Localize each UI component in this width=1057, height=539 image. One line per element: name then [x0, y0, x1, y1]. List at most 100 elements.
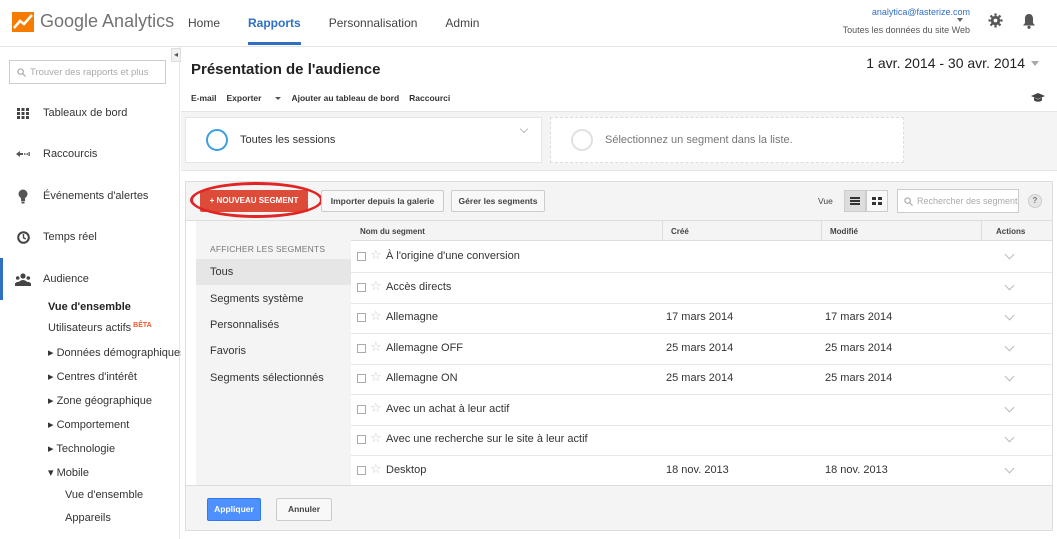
- list-view-button[interactable]: [844, 190, 866, 212]
- star-icon[interactable]: ☆: [370, 279, 382, 293]
- chevron-down-icon[interactable]: [957, 18, 963, 22]
- row-checkbox[interactable]: [357, 374, 366, 383]
- column-header-modified[interactable]: Modifié: [830, 227, 858, 236]
- table-row[interactable]: ☆ À l'origine d'une conversion: [351, 242, 1052, 273]
- table-row[interactable]: ☆ Avec une recherche sur le site à leur …: [351, 425, 1052, 456]
- nav-customization[interactable]: Personnalisation: [329, 0, 418, 47]
- nav-reports[interactable]: Rapports: [248, 0, 301, 47]
- row-checkbox[interactable]: [357, 344, 366, 353]
- shortcut-action[interactable]: Raccourci: [409, 93, 450, 103]
- star-icon[interactable]: ☆: [370, 248, 382, 262]
- table-row[interactable]: ☆ Accès directs: [351, 273, 1052, 304]
- graduation-cap-icon[interactable]: [1031, 93, 1045, 103]
- sidebar: Trouver des rapports et plus Tableaux de…: [0, 47, 186, 539]
- table-row[interactable]: ☆ Avec un achat à leur actif: [351, 395, 1052, 426]
- table-row[interactable]: ☆ Desktop 18 nov. 2013 18 nov. 2013: [351, 456, 1052, 485]
- import-gallery-button[interactable]: Importer depuis la galerie: [321, 190, 444, 212]
- column-header-name[interactable]: Nom du segment: [360, 227, 425, 236]
- row-actions-chevron-icon[interactable]: [1004, 371, 1015, 382]
- apply-button[interactable]: Appliquer: [207, 498, 261, 521]
- account-email: analytica@fasterize.com: [871, 7, 970, 17]
- segment-ring-icon: [571, 129, 593, 151]
- sidebar-sub-interests[interactable]: ▸ Centres d'intérêt: [48, 370, 137, 383]
- star-icon[interactable]: ☆: [370, 370, 382, 384]
- beta-badge: BÊTA: [133, 322, 152, 329]
- sidebar-sub-overview[interactable]: Vue d'ensemble: [48, 301, 131, 313]
- list-view-icon: [850, 197, 860, 205]
- row-actions-chevron-icon[interactable]: [1004, 463, 1015, 474]
- segment-modified: 25 mars 2014: [825, 342, 893, 354]
- segment-filter-list: AFFICHER LES SEGMENTS Tous Segments syst…: [196, 221, 351, 485]
- row-actions-chevron-icon[interactable]: [1004, 249, 1015, 260]
- column-divider: [821, 221, 822, 241]
- row-actions-chevron-icon[interactable]: [1004, 341, 1015, 352]
- segment-filter-custom[interactable]: Personnalisés: [196, 312, 351, 338]
- sidebar-item-shortcuts[interactable]: Raccourcis: [0, 133, 178, 175]
- email-action[interactable]: E-mail: [191, 93, 217, 103]
- row-actions-chevron-icon[interactable]: [1004, 432, 1015, 443]
- nav-admin[interactable]: Admin: [445, 0, 479, 47]
- segment-name: Accès directs: [386, 281, 452, 293]
- sidebar-item-realtime[interactable]: Temps réel: [0, 216, 178, 258]
- help-icon[interactable]: ?: [1028, 194, 1042, 208]
- sidebar-item-dashboards[interactable]: Tableaux de bord: [0, 92, 178, 134]
- star-icon[interactable]: ☆: [370, 431, 382, 445]
- star-icon[interactable]: ☆: [370, 401, 382, 415]
- sidebar-sub-devices[interactable]: Appareils: [65, 512, 111, 524]
- row-checkbox[interactable]: [357, 252, 366, 261]
- nav-home[interactable]: Home: [188, 0, 220, 47]
- column-header-created[interactable]: Créé: [671, 227, 689, 236]
- table-row[interactable]: ☆ Allemagne 17 mars 2014 17 mars 2014: [351, 303, 1052, 334]
- clock-icon: [15, 229, 31, 245]
- segment-filter-favorites[interactable]: Favoris: [196, 338, 351, 364]
- row-actions-chevron-icon[interactable]: [1004, 310, 1015, 321]
- segment-selected[interactable]: Toutes les sessions: [185, 117, 542, 163]
- sidebar-sub-active-users[interactable]: Utilisateurs actifs BÊTA: [48, 322, 152, 334]
- sidebar-sub-mobile-overview[interactable]: Vue d'ensemble: [65, 489, 143, 501]
- segment-modified: 25 mars 2014: [825, 372, 893, 384]
- date-range-picker[interactable]: 1 avr. 2014 - 30 avr. 2014: [866, 55, 1039, 71]
- segment-empty-slot[interactable]: Sélectionnez un segment dans la liste.: [550, 117, 904, 163]
- sidebar-item-audience[interactable]: Audience: [0, 258, 178, 300]
- row-actions-chevron-icon[interactable]: [1004, 402, 1015, 413]
- segment-created: 25 mars 2014: [666, 342, 734, 354]
- row-actions-chevron-icon[interactable]: [1004, 280, 1015, 291]
- bell-icon[interactable]: [1022, 13, 1036, 29]
- sidebar-sub-behavior[interactable]: ▸ Comportement: [48, 418, 129, 431]
- segment-filter-system[interactable]: Segments système: [196, 286, 351, 312]
- segment-strip: Toutes les sessions Sélectionnez un segm…: [181, 111, 1057, 171]
- logo[interactable]: Google Analytics: [12, 11, 174, 32]
- top-bar: Google Analytics Home Rapports Personnal…: [0, 0, 1057, 47]
- grid-view-button[interactable]: [866, 190, 888, 212]
- gear-icon[interactable]: [988, 13, 1003, 28]
- segment-table: Nom du segment Créé Modifié Actions ☆ À …: [351, 221, 1052, 485]
- sidebar-item-intelligence-events[interactable]: Événements d'alertes: [0, 175, 178, 217]
- manage-segments-button[interactable]: Gérer les segments: [451, 190, 545, 212]
- table-row[interactable]: ☆ Allemagne ON 25 mars 2014 25 mars 2014: [351, 364, 1052, 395]
- star-icon[interactable]: ☆: [370, 340, 382, 354]
- export-label: Exporter: [226, 93, 262, 103]
- sidebar-sub-technology[interactable]: ▸ Technologie: [48, 442, 115, 455]
- cancel-button[interactable]: Annuler: [276, 498, 332, 521]
- sidebar-sub-mobile[interactable]: ▾ Mobile: [48, 466, 89, 479]
- row-checkbox[interactable]: [357, 405, 366, 414]
- row-checkbox[interactable]: [357, 283, 366, 292]
- report-search-input[interactable]: Trouver des rapports et plus: [9, 60, 166, 84]
- row-checkbox[interactable]: [357, 435, 366, 444]
- lightbulb-icon: [15, 188, 31, 204]
- sidebar-sub-demographics[interactable]: ▸ Données démographiques: [48, 346, 186, 359]
- segment-filter-selected[interactable]: Segments sélectionnés: [196, 365, 351, 391]
- segment-search-input[interactable]: Rechercher des segments: [897, 189, 1019, 213]
- chevron-down-icon[interactable]: [519, 124, 529, 134]
- star-icon[interactable]: ☆: [370, 462, 382, 476]
- segment-filter-all[interactable]: Tous: [196, 259, 351, 285]
- account-switcher[interactable]: analytica@fasterize.com Toutes les donné…: [843, 7, 970, 35]
- collapse-sidebar-button[interactable]: ◂: [171, 48, 181, 62]
- export-action[interactable]: Exporter: [227, 93, 282, 103]
- star-icon[interactable]: ☆: [370, 309, 382, 323]
- row-checkbox[interactable]: [357, 466, 366, 475]
- sidebar-sub-geo[interactable]: ▸ Zone géographique: [48, 394, 152, 407]
- row-checkbox[interactable]: [357, 313, 366, 322]
- table-row[interactable]: ☆ Allemagne OFF 25 mars 2014 25 mars 201…: [351, 334, 1052, 365]
- add-to-dashboard-action[interactable]: Ajouter au tableau de bord: [291, 93, 399, 103]
